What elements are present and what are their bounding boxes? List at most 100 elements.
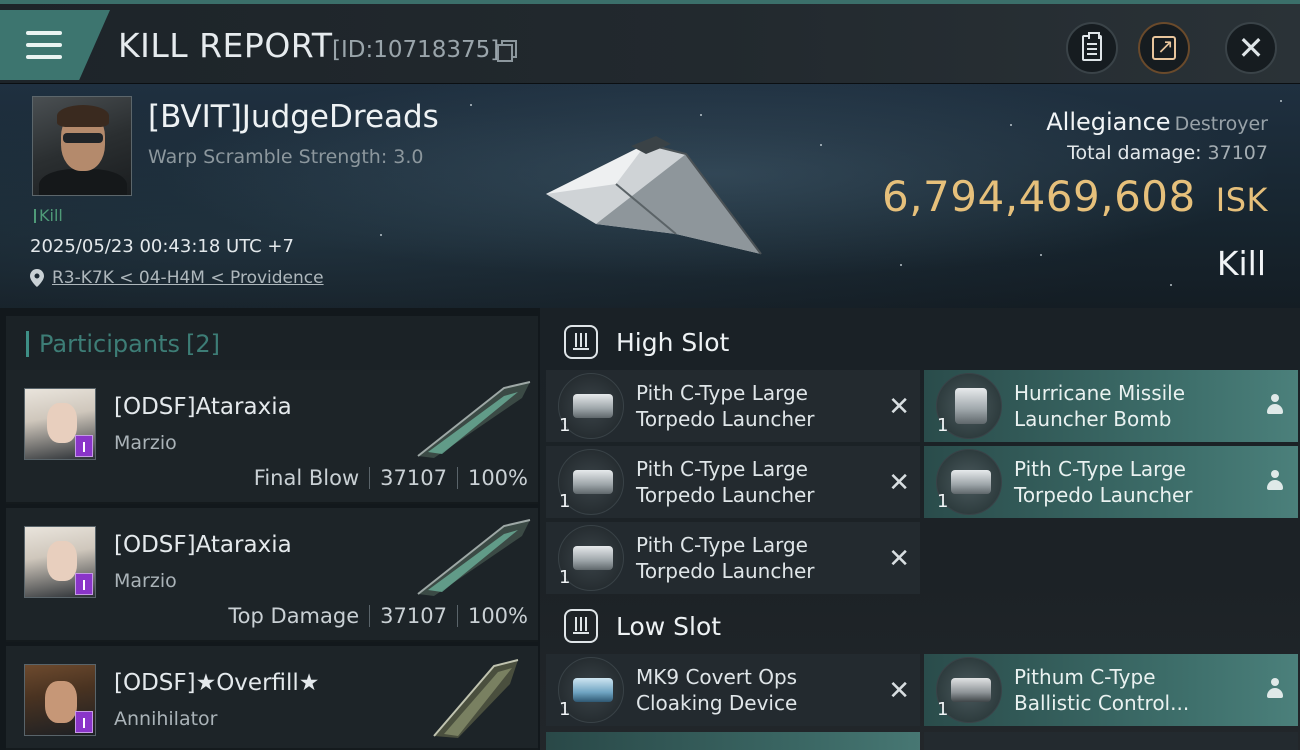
module-name-line1: Pithum C-Type	[1014, 665, 1156, 689]
participant-card[interactable]: [ODSF]★Overfill★ Annihilator	[6, 646, 538, 750]
module-name-line1: Pith C-Type Large	[636, 533, 808, 557]
high-slot-label: High Slot	[616, 327, 730, 357]
participant-damage: 37107	[380, 604, 447, 628]
participant-role: Final Blow	[253, 466, 360, 490]
module-name-line2: Cloaking Device	[636, 691, 798, 715]
isk-unit: ISK	[1215, 181, 1268, 219]
module-name-line2: Torpedo Launcher	[636, 407, 815, 431]
victim-summary: [BVIT]JudgeDreads Warp Scramble Strength…	[0, 84, 1300, 308]
report-id: [ID:10718375]	[332, 37, 500, 63]
module-item[interactable]: 1 Hurricane Missile Launcher Bomb	[924, 370, 1298, 442]
low-slot-label: Low Slot	[616, 611, 722, 641]
victim-name[interactable]: [BVIT]JudgeDreads	[148, 99, 439, 135]
participant-percent: 100%	[467, 466, 528, 490]
torpedo-launcher-icon: 1	[936, 449, 1002, 515]
pilot-badge-icon	[75, 573, 93, 595]
destroyed-x-icon: ✕	[888, 676, 910, 706]
module-item[interactable]: 1 MK9 Covert Ops Cloaking Device ✕	[546, 654, 920, 726]
module-item[interactable]	[924, 732, 1298, 750]
module-name-line1: Pith C-Type Large	[1014, 457, 1186, 481]
module-item[interactable]: 1 Pith C-Type Large Torpedo Launcher	[924, 446, 1298, 518]
module-item[interactable]: 1 Pith C-Type Large Torpedo Launcher ✕	[546, 446, 920, 518]
participant-stats: Top Damage 37107 100%	[228, 604, 528, 628]
torpedo-launcher-icon: 1	[558, 525, 624, 591]
participant-avatar	[24, 664, 96, 736]
participant-name: [ODSF]Ataraxia	[114, 532, 292, 558]
isk-value: 6,794,469,608 ISK	[882, 172, 1268, 221]
warp-scramble-strength: Warp Scramble Strength: 3.0	[148, 146, 424, 168]
copy-icon[interactable]	[497, 40, 517, 62]
participants-header: Participants [2]	[6, 316, 538, 372]
destroyed-x-icon: ✕	[888, 392, 910, 422]
participant-avatar	[24, 526, 96, 598]
kill-datetime: 2025/05/23 00:43:18 UTC +7	[30, 236, 294, 257]
ballistic-control-icon: 1	[936, 657, 1002, 723]
page-title: KILL REPORT	[118, 26, 333, 65]
share-icon	[1152, 34, 1176, 60]
victim-ship-class: Destroyer	[1174, 113, 1268, 135]
participant-name: [ODSF]Ataraxia	[114, 394, 292, 420]
close-button[interactable]: ✕	[1225, 22, 1277, 74]
module-name-line2: Launcher Bomb	[1014, 407, 1172, 431]
participant-ship-image	[433, 659, 519, 738]
location-text: R3-K7K < 04-H4M < Providence	[52, 268, 324, 288]
menu-icon	[26, 31, 62, 59]
module-quantity: 1	[559, 699, 571, 720]
cloaking-device-icon: 1	[558, 657, 624, 723]
kill-result: Kill	[1216, 244, 1266, 283]
module-name-line2: Torpedo Launcher	[636, 483, 815, 507]
participant-damage: 37107	[380, 466, 447, 490]
participants-label: Participants	[39, 330, 180, 358]
module-item[interactable]: 1 Pithum C-Type Ballistic Control...	[924, 654, 1298, 726]
kill-location-link[interactable]: R3-K7K < 04-H4M < Providence	[30, 268, 324, 288]
module-name-line1: Pith C-Type Large	[636, 457, 808, 481]
module-name-line1: Hurricane Missile	[1014, 381, 1186, 405]
participant-card[interactable]: [ODSF]Ataraxia Marzio Final Blow 37107 1…	[6, 370, 538, 504]
menu-button[interactable]	[0, 10, 110, 80]
participant-stats: Final Blow 37107 100%	[254, 466, 528, 490]
high-slot-header: High Slot	[546, 314, 1300, 370]
pilot-badge-icon	[75, 711, 93, 733]
participant-name: [ODSF]★Overfill★	[114, 670, 320, 696]
total-damage-value: 37107	[1207, 142, 1268, 164]
torpedo-launcher-icon: 1	[558, 373, 624, 439]
module-quantity: 1	[937, 491, 949, 512]
low-slot-icon	[564, 609, 598, 643]
participants-count: [2]	[185, 330, 220, 358]
participant-percent: 100%	[467, 604, 528, 628]
victim-ship-name[interactable]: Allegiance	[1046, 108, 1170, 136]
module-quantity: 1	[937, 699, 949, 720]
module-name-line2: Torpedo Launcher	[1014, 483, 1193, 507]
module-item[interactable]	[546, 732, 920, 750]
participant-card[interactable]: [ODSF]Ataraxia Marzio Top Damage 37107 1…	[6, 508, 538, 642]
victim-ship-image	[546, 136, 762, 255]
participant-ship: Marzio	[114, 570, 177, 592]
location-pin-icon	[30, 269, 44, 287]
module-quantity: 1	[559, 415, 571, 436]
clipboard-icon	[1082, 32, 1102, 61]
dropped-person-icon	[1266, 394, 1284, 416]
module-quantity: 1	[937, 415, 949, 436]
module-quantity: 1	[559, 567, 571, 588]
torpedo-launcher-icon: 1	[558, 449, 624, 515]
share-button[interactable]	[1138, 22, 1190, 74]
module-item[interactable]: 1 Pith C-Type Large Torpedo Launcher ✕	[546, 370, 920, 442]
destroyed-x-icon: ✕	[888, 468, 910, 498]
kill-tag: Kill	[34, 206, 63, 225]
total-damage-label: Total damage:	[1067, 142, 1202, 164]
participant-ship: Annihilator	[114, 708, 218, 730]
victim-ship-info: Allegiance Destroyer	[1046, 108, 1268, 136]
module-name-line2: Torpedo Launcher	[636, 559, 815, 583]
total-damage: Total damage: 37107	[1067, 142, 1268, 164]
isk-amount: 6,794,469,608	[881, 172, 1196, 221]
close-icon: ✕	[1237, 29, 1265, 67]
fittings-panel: High Slot 1 Pith C-Type Large Torpedo Lau…	[540, 308, 1300, 750]
victim-avatar[interactable]	[32, 96, 132, 196]
clipboard-button[interactable]	[1066, 22, 1118, 74]
module-item[interactable]: 1 Pith C-Type Large Torpedo Launcher ✕	[546, 522, 920, 594]
module-name-line2: Ballistic Control...	[1014, 691, 1190, 715]
high-slot-icon	[564, 325, 598, 359]
pilot-badge-icon	[75, 435, 93, 457]
participants-panel: Participants [2] [ODSF]Ataraxia Marzio F…	[0, 308, 540, 750]
participant-ship-image	[417, 381, 531, 458]
